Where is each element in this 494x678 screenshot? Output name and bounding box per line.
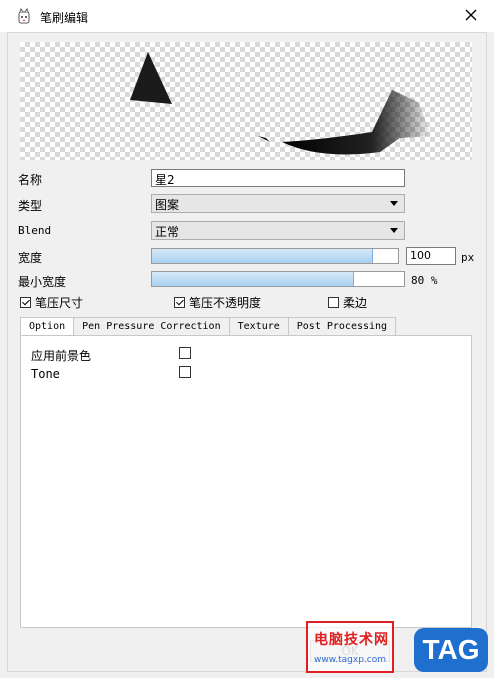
close-icon[interactable] (460, 4, 482, 26)
type-select[interactable]: 图案 (151, 194, 405, 213)
width-value-input[interactable]: 100 (406, 247, 456, 265)
blend-select[interactable]: 正常 (151, 221, 405, 240)
title-bar: 笔刷编辑 (0, 0, 494, 32)
min-width-slider[interactable] (151, 271, 405, 287)
tab-post-processing[interactable]: Post Processing (287, 317, 397, 335)
use-foreground-checkbox[interactable] (179, 347, 191, 359)
tone-label: Tone (31, 367, 60, 381)
tab-bar: Option Pen Pressure Correction Texture P… (20, 317, 397, 336)
option-panel: 应用前景色 Tone (20, 335, 472, 628)
checkbox-label: 笔压尺寸 (35, 296, 84, 310)
tone-checkbox[interactable] (179, 366, 191, 378)
tab-option[interactable]: Option (20, 317, 75, 336)
soft-edge-checkbox[interactable]: 柔边 (328, 294, 367, 311)
brush-preview (20, 42, 472, 160)
name-label: 名称 (18, 173, 43, 187)
width-slider-fill (152, 249, 374, 263)
tab-pen-pressure-correction[interactable]: Pen Pressure Correction (73, 317, 230, 335)
min-width-value: 80 % (411, 274, 438, 287)
chevron-down-icon (390, 201, 398, 206)
width-slider[interactable] (151, 248, 399, 264)
checkbox-icon (20, 297, 31, 308)
pen-pressure-opacity-checkbox[interactable]: 笔压不透明度 (174, 294, 261, 311)
watermark-title: 电脑技术网 (314, 632, 389, 648)
tag-logo: TAG (414, 628, 488, 672)
checkbox-label: 笔压不透明度 (189, 296, 262, 310)
tab-texture[interactable]: Texture (228, 317, 289, 335)
type-select-value: 图案 (155, 198, 180, 212)
checkbox-label: 柔边 (343, 296, 368, 310)
watermark-url: www.tagxp.com (314, 655, 386, 665)
app-icon (18, 8, 30, 24)
name-input[interactable]: 星2 (151, 169, 405, 187)
window-title: 笔刷编辑 (40, 11, 89, 25)
pen-pressure-size-checkbox[interactable]: 笔压尺寸 (20, 294, 83, 311)
checkbox-icon (174, 297, 185, 308)
type-label: 类型 (18, 199, 43, 213)
min-width-label: 最小宽度 (18, 275, 67, 289)
brush-stroke-preview (130, 52, 432, 155)
blend-label: Blend (18, 224, 52, 237)
use-foreground-label: 应用前景色 (31, 349, 92, 363)
blend-select-value: 正常 (155, 225, 180, 239)
width-unit: px (461, 251, 475, 264)
min-width-slider-fill (152, 272, 354, 286)
checkbox-icon (328, 297, 339, 308)
watermark-badge: 电脑技术网 www.tagxp.com (306, 621, 394, 673)
width-label: 宽度 (18, 251, 43, 265)
chevron-down-icon (390, 228, 398, 233)
